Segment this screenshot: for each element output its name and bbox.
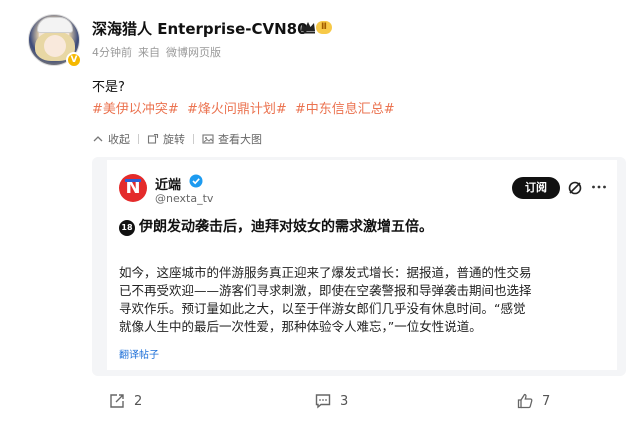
translate-post-link: 翻译帖子 [119,350,159,361]
comment-icon [315,394,331,409]
username[interactable]: 深海猎人 Enterprise-CVN80 [92,18,308,39]
source-prefix: 来自 [138,46,160,59]
divider [138,134,139,144]
like-count: 7 [542,393,551,409]
more-icon [592,185,606,189]
like-button[interactable]: 7 [516,392,550,410]
nexta-avatar: N [119,174,147,202]
rotate-label: 旋转 [163,133,185,146]
tweet-author-name: 近端 [155,178,182,193]
thumbs-up-icon [517,393,533,409]
tweet-headline-text: 伊朗发动袭击后，迪拜对妓女的需求激增五倍。 [139,219,433,235]
repost-count: 2 [134,393,143,409]
hashtag-link[interactable]: #美伊以冲突# [92,102,179,117]
repost-icon [110,394,124,408]
tweet-body-line: 就像人生中的最后一次性爱，那种体验令人难忘，”一位女性说道。 [119,319,482,334]
tweet-body-line: 已不再受欢迎——游客们寻求刺激，即使在空袭警报和导弹袭击期间也选择 [119,283,532,298]
hashtag-link[interactable]: #烽火问鼎计划# [187,102,287,117]
tweet-headline: 18 伊朗发动袭击后，迪拜对妓女的需求激增五倍。 [119,216,609,236]
collapse-label: 收起 [108,133,130,146]
age-18-badge: 18 [119,220,135,236]
post-text: 不是? [92,80,125,95]
rotate-icon [147,133,159,144]
verified-icon [189,174,203,188]
nexta-logo-bar [125,179,141,182]
comment-count: 3 [340,393,349,409]
post-header: V 深海猎人 Enterprise-CVN80 Ⅱ 4分钟前 来自 微博网页版 [0,0,642,70]
divider [193,134,194,144]
collapse-icon [93,136,103,142]
embedded-post-image[interactable]: N 近端 @nexta_tv 订阅 18 伊朗发动袭击后，迪拜对妓女的需求激增五倍… [107,160,617,370]
grok-icon [568,181,582,195]
avatar-hat [37,17,73,33]
subscribe-button: 订阅 [512,177,560,199]
tweet-body: 如今，这座城市的伴游服务真正迎来了爆发式增长：据报道，普通的性交易 已不再受欢迎… [119,264,609,336]
comment-button[interactable]: 3 [314,392,348,410]
post-meta: 4分钟前 来自 微博网页版 [92,44,227,60]
tweet-body-line: 寻欢作乐。预订量如此之大，以至于伴游女郎们几乎没有休息时间。“感觉 [119,301,526,316]
tweet-handle: @nexta_tv [155,192,214,205]
image-actions: 收起 旋转 查看大图 [92,130,270,148]
hashtag-list: #美伊以冲突# #烽火问鼎计划# #中东信息汇总# [92,98,399,117]
tweet-body-line: 如今，这座城市的伴游服务真正迎来了爆发式增长：据报道，普通的性交易 [119,265,532,280]
avatar-face [44,35,66,57]
post-footer: 2 3 7 [0,380,642,421]
collapse-button[interactable]: 收起 [92,131,130,147]
verified-badge-icon: V [66,52,82,68]
rotate-button[interactable]: 旋转 [147,131,185,147]
crown-icon [301,22,315,34]
hashtag-link[interactable]: #中东信息汇总# [295,102,395,117]
view-large-button[interactable]: 查看大图 [202,131,262,147]
repost-button[interactable]: 2 [108,392,142,410]
view-large-label: 查看大图 [218,133,262,146]
post-time: 4分钟前 [92,46,132,59]
level-badge: Ⅱ [316,21,332,34]
image-icon [202,134,214,144]
post-source[interactable]: 微博网页版 [166,46,221,59]
